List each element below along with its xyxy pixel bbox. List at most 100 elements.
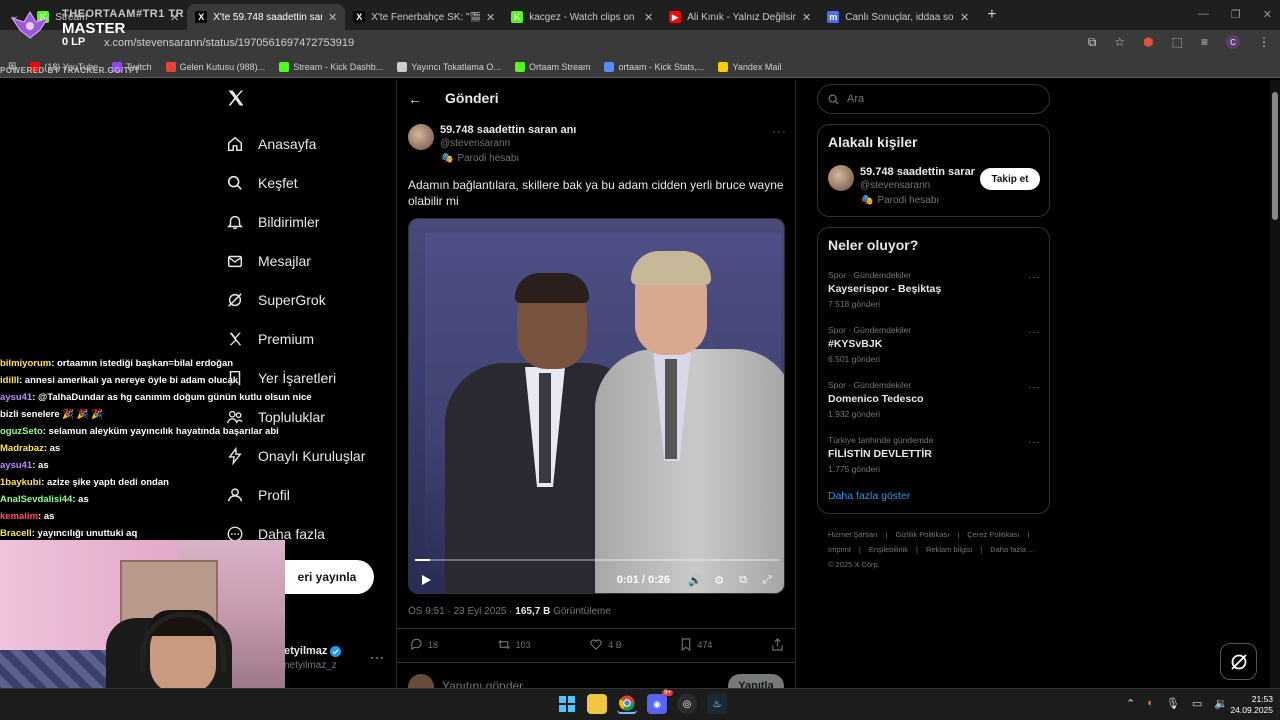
follow-button[interactable]: Takip et: [980, 168, 1040, 190]
footer-link[interactable]: Hizmet Şartları: [828, 530, 878, 539]
network-icon[interactable]: ▭: [1192, 697, 1202, 710]
trend-item[interactable]: Spor · Gündemdekiler #KYSvBJK 6.501 gönder…: [828, 325, 1041, 364]
account-menu-icon[interactable]: ···: [370, 650, 385, 664]
trend-more-icon[interactable]: ···: [1028, 437, 1041, 448]
bookmark-item[interactable]: ortaam - Kick Stats,...: [604, 61, 704, 72]
bookmark-item[interactable]: Ortaam Stream: [514, 61, 590, 72]
nav-item-search[interactable]: Keşfet: [226, 163, 365, 202]
url-field[interactable]: x.com/stevensarann/status/19705616974727…: [104, 37, 354, 49]
extension-red-icon[interactable]: ⬢: [1143, 35, 1153, 50]
browser-tab[interactable]: Kkacgez - Watch clips on Kick ✕: [503, 4, 661, 30]
close-window-icon[interactable]: ✕: [1263, 8, 1272, 21]
trend-name: Domenico Tedesco: [828, 393, 924, 405]
obs-icon[interactable]: ◎: [677, 694, 697, 714]
trend-more-icon[interactable]: ···: [1028, 327, 1041, 338]
extensions-icon[interactable]: ⬚: [1172, 35, 1183, 50]
trend-item[interactable]: Türkiye tarihinde gündemde FİLİSTİN DEVLE…: [828, 435, 1041, 474]
account-name[interactable]: etyilmaz: [284, 645, 342, 657]
browser-menu-icon[interactable]: ⋮: [1258, 35, 1270, 50]
steam-icon[interactable]: ♨: [707, 694, 727, 714]
nav-item-x[interactable]: Premium: [226, 319, 365, 358]
footer-link[interactable]: © 2025 X Corp.: [828, 560, 880, 569]
profile-avatar[interactable]: C: [1226, 35, 1240, 49]
footer-link[interactable]: Çerez Politikası: [967, 530, 1019, 539]
pip-icon[interactable]: ⧉: [734, 573, 752, 587]
browser-tab[interactable]: ▶ Ali Kınık - Yalnız Değilsin - YouTube ✕: [661, 4, 819, 30]
footer-link[interactable]: Imprint: [828, 545, 851, 554]
bookmark-action[interactable]: 474: [680, 638, 712, 651]
new-tab-button[interactable]: +: [977, 6, 1006, 24]
grok-button[interactable]: [1220, 643, 1257, 680]
browser-tab[interactable]: m Canlı Sonuçlar, iddaa sonuçları ✕: [819, 4, 977, 30]
tab-close-icon[interactable]: ✕: [328, 11, 337, 24]
bookmark-item[interactable]: Stream - Kick Dashb...: [279, 61, 383, 72]
tab-close-icon[interactable]: ✕: [644, 11, 653, 24]
play-icon[interactable]: [419, 573, 433, 587]
maximize-icon[interactable]: ❐: [1231, 8, 1241, 21]
volume-icon[interactable]: 🔊: [686, 573, 704, 587]
video-frame: [425, 233, 784, 593]
search-icon: [828, 94, 839, 105]
settings-gear-icon[interactable]: ⚙: [710, 573, 728, 587]
footer-link[interactable]: Daha fazla ...: [990, 545, 1034, 554]
chrome-icon[interactable]: [617, 694, 637, 714]
trend-item[interactable]: Spor · Gündemdekiler Kayserispor - Beşikt…: [828, 270, 1041, 309]
browser-tab[interactable]: X X'te 59.748 saadettin saran anı ✕: [187, 4, 346, 30]
related-name[interactable]: 59.748 saadettin saran anı: [860, 166, 975, 178]
file-explorer-icon[interactable]: [587, 694, 607, 714]
minimize-icon[interactable]: —: [1198, 8, 1209, 21]
page-scrollbar[interactable]: [1270, 80, 1280, 688]
reply-action[interactable]: 18: [410, 638, 438, 651]
overlay-rank: MASTER: [62, 20, 126, 37]
microphone-icon[interactable]: 🎙: [1166, 697, 1180, 710]
tab-close-icon[interactable]: ✕: [960, 11, 969, 24]
discord-icon[interactable]: ◉ 9+: [647, 690, 673, 714]
author-handle[interactable]: @stevensarann: [440, 138, 510, 149]
windows-start-icon[interactable]: [557, 694, 577, 714]
scroll-thumb[interactable]: [1272, 92, 1278, 220]
author-name[interactable]: 59.748 saadettin saran anı: [440, 124, 576, 136]
footer-link[interactable]: Reklam bilgisi: [926, 545, 972, 554]
bookmark-item[interactable]: Yandex Mail: [718, 61, 781, 72]
author-avatar[interactable]: [408, 124, 434, 150]
show-more-link[interactable]: Daha fazla göster: [828, 490, 910, 502]
trend-more-icon[interactable]: ···: [1028, 272, 1041, 283]
tab-close-icon[interactable]: ✕: [486, 11, 495, 24]
taskbar-clock[interactable]: 21:53 24.09.2025: [1225, 694, 1273, 716]
nav-item-grok[interactable]: SuperGrok: [226, 280, 365, 319]
footer-link[interactable]: Gizlilik Politikası: [896, 530, 950, 539]
post-video[interactable]: 0:01 / 0:26 🔊 ⚙ ⧉ ⤢: [408, 218, 785, 594]
fullscreen-icon[interactable]: ⤢: [758, 573, 776, 587]
tray-chevron-icon[interactable]: ⌃: [1126, 697, 1135, 710]
trend-item[interactable]: Spor · Gündemdekiler Domenico Tedesco 1.93…: [828, 380, 1041, 419]
footer-link[interactable]: Erişilebilirlik: [869, 545, 908, 554]
nav-item-bell[interactable]: Bildirimler: [226, 202, 365, 241]
tab-close-icon[interactable]: ✕: [802, 11, 811, 24]
bookmark-item[interactable]: Yayıncı Tokatlama O...: [397, 61, 501, 72]
search-input[interactable]: [847, 93, 1027, 105]
trend-count: 7.518 gönderi: [828, 299, 880, 309]
share-action[interactable]: [771, 638, 784, 651]
bookmark-star-icon[interactable]: ☆: [1114, 35, 1125, 50]
nav-item-mail[interactable]: Mesajlar: [226, 241, 365, 280]
media-queue-icon[interactable]: ≡: [1201, 35, 1208, 50]
post-more-icon[interactable]: ···: [772, 124, 787, 138]
repost-action[interactable]: 103: [497, 638, 531, 651]
browser-tab[interactable]: X X'te Fenerbahçe SK: "🎬 Dinamo ✕: [345, 4, 503, 30]
trend-count: 1.775 gönderi: [828, 464, 880, 474]
windows-taskbar: ◉ 9+ ◎ ♨ ⌃ ◐ 🎙 ▭ 🔉 21:53 24.09.2025: [0, 688, 1280, 720]
trend-more-icon[interactable]: ···: [1028, 382, 1041, 393]
search-box[interactable]: [817, 84, 1050, 114]
person-right-tie: [665, 359, 677, 459]
cast-icon[interactable]: ⧉: [1088, 35, 1097, 50]
bookmark-item[interactable]: Gelen Kutusu (988)...: [165, 61, 265, 72]
like-action[interactable]: 4 B: [589, 638, 622, 651]
back-arrow-icon[interactable]: ←: [408, 91, 422, 107]
bookmarks-bar: ⊞ (18) YouTube Twitch Gelen Kutusu (988)...…: [0, 56, 1280, 78]
post-timestamp[interactable]: ÖS 9:51 · 23 Eyl 2025 ·: [408, 606, 515, 617]
tray-app-icon[interactable]: ◐: [1147, 697, 1154, 710]
x-logo-icon[interactable]: [226, 88, 246, 108]
related-avatar[interactable]: [828, 165, 854, 191]
video-progress-bar[interactable]: [415, 559, 780, 561]
nav-item-home[interactable]: Anasayfa: [226, 124, 365, 163]
